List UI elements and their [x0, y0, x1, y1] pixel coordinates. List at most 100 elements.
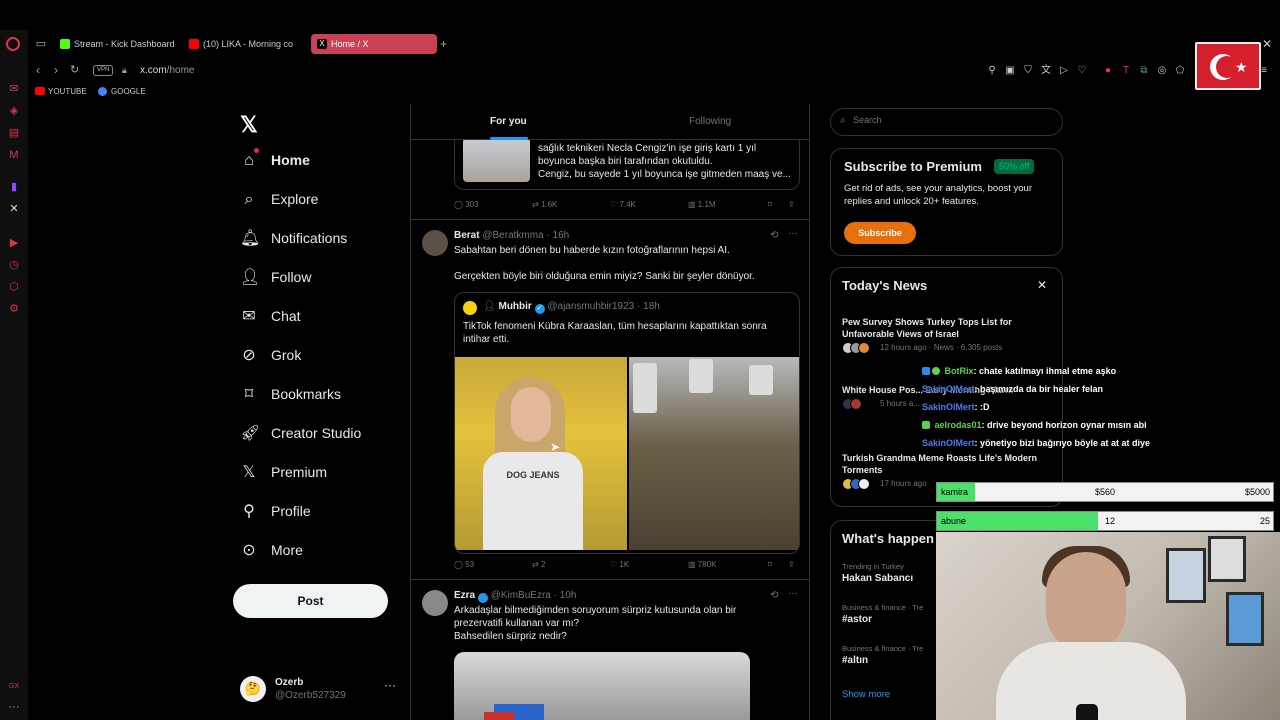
shopping-icon[interactable]: ◈: [7, 104, 21, 118]
back-icon[interactable]: ‹: [36, 63, 40, 77]
views-button[interactable]: ▥ 780K: [688, 560, 716, 569]
adblock-icon[interactable]: ●: [1102, 65, 1114, 77]
like-button[interactable]: ♡ 7.4K: [610, 200, 636, 209]
player-icon[interactable]: ▶: [7, 236, 21, 250]
tab-x-home[interactable]: X Home / X: [311, 34, 437, 54]
author-name[interactable]: Ezra: [454, 590, 475, 601]
avatar[interactable]: [422, 230, 448, 256]
person-icon: 👤︎: [483, 301, 496, 312]
more-options-icon[interactable]: ···: [788, 228, 798, 239]
goal-current: 12: [1105, 516, 1116, 526]
crypto-icon[interactable]: ▤: [7, 126, 21, 140]
more-options-icon[interactable]: ···: [384, 678, 396, 692]
nav-profile[interactable]: ⚲ Profile: [240, 499, 410, 529]
extension-game-icon[interactable]: ◎: [1156, 65, 1168, 77]
post-button[interactable]: Post: [233, 584, 388, 618]
author-handle[interactable]: @KimBuEzra: [491, 590, 551, 601]
views-button[interactable]: ▥ 1.1M: [688, 200, 716, 209]
author-name[interactable]: Berat: [454, 230, 480, 241]
quote-image-woman[interactable]: DOG JEANS: [455, 357, 627, 550]
account-switcher[interactable]: 🤔 Ozerb @Ozerb527329 ···: [240, 676, 410, 706]
twitch-icon[interactable]: ▮: [7, 180, 21, 194]
tweet-time[interactable]: · 10h: [554, 590, 577, 601]
opera-logo-icon[interactable]: [6, 37, 20, 51]
new-tab-button[interactable]: +: [440, 37, 447, 51]
search-input[interactable]: [853, 115, 1053, 125]
settings-icon[interactable]: ⚙: [7, 302, 21, 316]
mail-icon[interactable]: M: [7, 148, 21, 162]
reload-icon[interactable]: ↻: [70, 63, 79, 76]
close-icon[interactable]: ✕: [1037, 278, 1047, 292]
messenger-icon[interactable]: ✉: [7, 82, 21, 96]
nav-follow[interactable]: 👤︎ Follow: [240, 265, 410, 295]
tweet[interactable]: Berat @Beratkmma · 16h ⟲ ··· Sabahtan be…: [411, 220, 809, 580]
extensions-icon[interactable]: ⬡: [7, 280, 21, 294]
grok-icon[interactable]: ⟲: [770, 590, 778, 601]
tweet-image[interactable]: [454, 652, 750, 720]
subscribe-button[interactable]: Subscribe: [844, 222, 916, 244]
search-box[interactable]: ⌕: [830, 108, 1063, 136]
tab-youtube[interactable]: (10) LIKA - Morning co: [183, 34, 303, 54]
tweet-actions: ◯ 53 ⇄ 2 ♡ 1K ▥ 780K ⌑ ⇪: [454, 560, 800, 572]
bookmark-icon[interactable]: ⌑: [768, 560, 772, 569]
play-icon[interactable]: ▷: [1058, 65, 1070, 77]
tab-overview-icon[interactable]: ▭: [34, 37, 48, 51]
tweet[interactable]: Ezra ✓ @KimBuEzra · 10h ⟲ ··· Arkadaşlar…: [411, 580, 809, 720]
pin-icon[interactable]: ⚲: [986, 65, 998, 77]
show-more-link[interactable]: Show more: [842, 689, 890, 700]
x-logo-icon[interactable]: 𝕏: [240, 112, 258, 138]
share-icon[interactable]: ⇪: [788, 560, 795, 569]
tweet-actions: ◯ 303 ⇄ 1.6K ♡ 7.4K ▥ 1.1M ⌑ ⇪: [454, 200, 800, 212]
reply-button[interactable]: ◯ 53: [454, 560, 474, 569]
forward-icon[interactable]: ›: [54, 63, 58, 77]
repost-button[interactable]: ⇄ 2: [532, 560, 545, 569]
snapshot-icon[interactable]: ▣: [1004, 65, 1016, 77]
bookmark-google[interactable]: GOOGLE: [98, 87, 146, 96]
url-field[interactable]: x.com/home: [140, 65, 194, 76]
nav-home[interactable]: ⌂ Home: [240, 148, 410, 178]
history-icon[interactable]: ◷: [7, 258, 21, 272]
text-line: Cengiz, bu sayede 1 yıl boyunca işe gitm…: [538, 169, 791, 180]
nav-chat[interactable]: ✉ Chat: [240, 304, 410, 334]
nav-premium[interactable]: 𝕏 Premium: [240, 460, 410, 490]
bookmark-youtube[interactable]: YOUTUBE: [35, 87, 87, 96]
nav-creator-studio[interactable]: 🚀︎ Creator Studio: [240, 421, 410, 451]
tweet-time[interactable]: · 16h: [546, 230, 569, 241]
nav-explore[interactable]: ⌕ Explore: [240, 187, 410, 217]
bookmark-icon: ⌑: [244, 386, 254, 403]
gx-icon[interactable]: GX: [7, 680, 21, 694]
nav-grok[interactable]: ⊘ Grok: [240, 343, 410, 373]
share-icon[interactable]: ⇪: [788, 200, 795, 209]
nav-more[interactable]: ⊙ More: [240, 538, 410, 568]
tab-following[interactable]: Following: [689, 116, 731, 127]
window-close-icon[interactable]: ✕: [1262, 37, 1272, 51]
grok-icon[interactable]: ⟲: [770, 230, 778, 241]
more-options-icon[interactable]: ···: [788, 588, 798, 599]
quote-tweet[interactable]: 👤︎ Muhbir ✓ @ajansmuhbir1923 · 18h TikTo…: [454, 292, 800, 554]
heart-icon[interactable]: ♡: [1076, 65, 1088, 77]
translate-icon[interactable]: 文: [1040, 65, 1052, 77]
news-item[interactable]: Pew Survey Shows Turkey Tops List for Un…: [842, 316, 1057, 354]
tab-kick[interactable]: Stream - Kick Dashboard: [54, 34, 176, 54]
reply-button[interactable]: ◯ 303: [454, 200, 479, 209]
tweet-time: · 18h: [637, 301, 660, 312]
extension-translate-icon[interactable]: ⧉: [1138, 65, 1150, 77]
bookmark-label: GOOGLE: [111, 87, 146, 96]
extensions-puzzle-icon[interactable]: ⬠: [1174, 65, 1186, 77]
sidebar-more-icon[interactable]: ···: [7, 700, 21, 714]
bookmark-icon[interactable]: ⌑: [768, 200, 772, 209]
avatar[interactable]: [422, 590, 448, 616]
x-sidebar-icon[interactable]: ✕: [7, 202, 21, 216]
notification-dot: [254, 148, 259, 153]
author-handle[interactable]: @Beratkmma: [482, 230, 543, 241]
quote-image-grave[interactable]: [629, 357, 799, 550]
vpn-badge[interactable]: VPN: [93, 65, 114, 76]
like-button[interactable]: ♡ 1K: [610, 560, 629, 569]
extension-t-icon[interactable]: T: [1120, 65, 1132, 77]
tab-for-you[interactable]: For you: [490, 116, 527, 127]
shield-icon[interactable]: ⛉: [1022, 65, 1034, 77]
nav-notifications[interactable]: 🔔︎ Notifications: [240, 226, 410, 256]
repost-button[interactable]: ⇄ 1.6K: [532, 200, 557, 209]
nav-bookmarks[interactable]: ⌑ Bookmarks: [240, 382, 410, 412]
lock-icon[interactable]: 🔒︎: [122, 65, 127, 76]
